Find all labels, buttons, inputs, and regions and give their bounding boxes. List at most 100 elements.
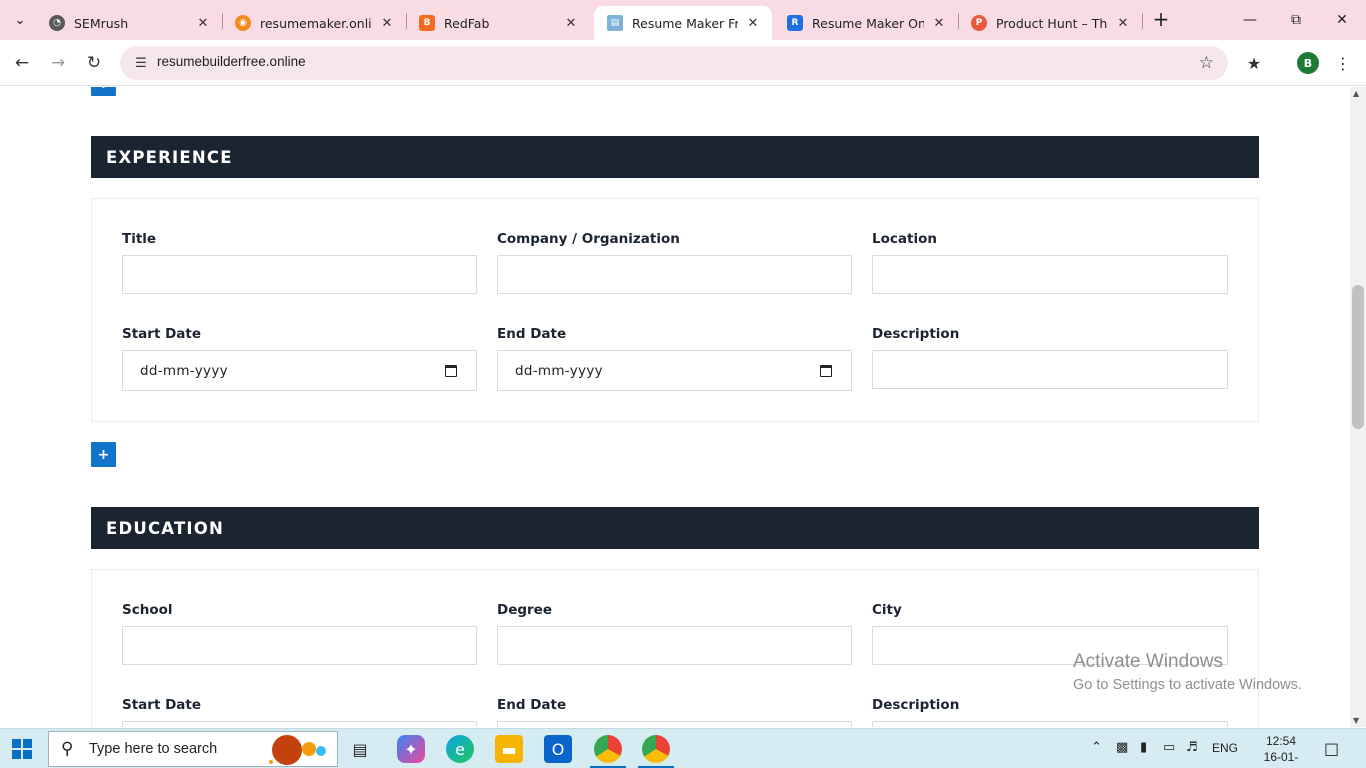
tab-title: Product Hunt – The b [996, 15, 1108, 31]
education-end-date-label: End Date [497, 697, 567, 713]
restore-icon[interactable]: ⧉ [1273, 4, 1319, 36]
search-icon: ⚲ [61, 739, 74, 759]
profile-avatar[interactable]: B [1297, 52, 1319, 74]
search-highlight-planet-icon [269, 735, 326, 765]
education-school-label: School [122, 602, 173, 618]
education-degree-label: Degree [497, 602, 552, 618]
add-section-button[interactable]: + [91, 87, 116, 96]
tab-search-dropdown-icon[interactable]: ⌄ [7, 7, 33, 33]
taskbar-search-placeholder: Type here to search [89, 741, 218, 757]
calendar-icon[interactable] [445, 365, 457, 377]
tab-divider [1142, 13, 1143, 29]
close-tab-icon[interactable]: ✕ [378, 14, 396, 32]
clock-time: 12:54 [1265, 734, 1297, 748]
education-city-label: City [872, 602, 902, 618]
blogger-favicon-icon: B [419, 15, 435, 31]
edge-browser-icon[interactable]: e [446, 735, 474, 763]
education-section-header: EDUCATION [91, 507, 1259, 549]
copilot-icon[interactable]: ✦ [397, 735, 425, 763]
back-icon[interactable]: ← [8, 49, 36, 77]
notifications-icon[interactable]: □ [1324, 739, 1339, 758]
close-tab-icon[interactable]: ✕ [744, 14, 762, 32]
education-school-input[interactable] [122, 626, 477, 665]
tab-title: Resume Maker Free [632, 15, 738, 31]
experience-title-input[interactable] [122, 255, 477, 294]
semrush-favicon-icon: ◔ [49, 15, 65, 31]
page-viewport: + EXPERIENCE Title Company / Organizatio… [0, 87, 1350, 727]
tab-resumemaker-online[interactable]: ◉ resumemaker.online: ✕ [222, 6, 406, 40]
tab-title: resumemaker.online: [260, 15, 372, 31]
chrome-profile-b-icon[interactable] [642, 735, 670, 763]
education-end-date-input[interactable] [497, 721, 852, 727]
address-url[interactable]: resumebuilderfree.online [157, 54, 306, 69]
chrome-icon[interactable] [594, 735, 622, 763]
volume-icon[interactable]: ♬ [1186, 740, 1198, 755]
bookmark-star-icon[interactable]: ☆ [1199, 53, 1214, 73]
experience-end-date-label: End Date [497, 326, 567, 342]
date-placeholder: dd-mm-yyyy [515, 363, 603, 379]
education-degree-input[interactable] [497, 626, 852, 665]
tab-title: Resume Maker Onlin [812, 15, 924, 31]
calendar-icon[interactable] [820, 365, 832, 377]
address-bar[interactable]: ☰ resumebuilderfree.online ☆ [120, 46, 1228, 80]
experience-company-input[interactable] [497, 255, 852, 294]
clock-date: 16-01-2025 [1263, 750, 1299, 768]
education-start-date-label: Start Date [122, 697, 202, 713]
windows-start-icon[interactable] [12, 739, 32, 759]
file-explorer-icon[interactable]: ▬ [495, 735, 523, 763]
tab-strip: ⌄ ◔ SEMrush ✕ ◉ resumemaker.online: ✕ B … [0, 0, 1366, 40]
scroll-up-icon[interactable]: ▲ [1353, 89, 1359, 98]
tab-product-hunt[interactable]: P Product Hunt – The b ✕ [958, 6, 1142, 40]
experience-location-label: Location [872, 231, 937, 247]
reload-icon[interactable]: ↻ [80, 49, 108, 77]
close-tab-icon[interactable]: ✕ [562, 14, 580, 32]
experience-start-date-input[interactable]: dd-mm-yyyy [122, 350, 477, 391]
education-card: School Degree City Start Date End Date D… [91, 569, 1259, 727]
tab-title: RedFab [444, 15, 490, 31]
resume-maker-favicon-icon: ▤ [607, 15, 623, 31]
input-language-indicator[interactable]: ENG [1212, 741, 1238, 755]
experience-company-label: Company / Organization [497, 231, 680, 247]
taskbar-clock[interactable]: 12:54 16-01-2025 [1253, 733, 1309, 768]
scrollbar-thumb[interactable] [1352, 285, 1364, 429]
experience-end-date-input[interactable]: dd-mm-yyyy [497, 350, 852, 391]
battery-icon[interactable]: ▮ [1140, 740, 1147, 755]
add-experience-button[interactable]: + [91, 442, 116, 467]
experience-location-input[interactable] [872, 255, 1228, 294]
resume-maker-online-favicon-icon: R [787, 15, 803, 31]
education-start-date-input[interactable] [122, 721, 477, 727]
close-tab-icon[interactable]: ✕ [930, 14, 948, 32]
task-view-icon[interactable]: ▤ [346, 735, 374, 763]
show-hidden-icons-chevron-icon[interactable]: ⌃ [1091, 740, 1102, 755]
minimize-icon[interactable]: — [1227, 4, 1273, 36]
tab-resume-maker-online[interactable]: R Resume Maker Onlin ✕ [774, 6, 958, 40]
forward-icon[interactable]: → [44, 49, 72, 77]
close-window-icon[interactable]: ✕ [1319, 4, 1365, 36]
tab-resume-maker-free[interactable]: ▤ Resume Maker Free ✕ [594, 6, 772, 40]
taskbar-search-box[interactable]: ⚲ Type here to search [48, 731, 338, 767]
browser-toolbar: ← → ↻ ☰ resumebuilderfree.online ☆ ★ B ⋮ [0, 40, 1366, 86]
tab-semrush[interactable]: ◔ SEMrush ✕ [36, 6, 222, 40]
date-placeholder: dd-mm-yyyy [140, 363, 228, 379]
experience-description-input[interactable] [872, 350, 1228, 389]
browser-menu-icon[interactable]: ⋮ [1335, 51, 1351, 75]
close-tab-icon[interactable]: ✕ [194, 14, 212, 32]
education-description-label: Description [872, 697, 960, 713]
product-hunt-favicon-icon: P [971, 15, 987, 31]
watermark-subtitle: Go to Settings to activate Windows. [1073, 677, 1302, 693]
tab-redfab[interactable]: B RedFab ✕ [406, 6, 590, 40]
education-description-input[interactable] [872, 721, 1228, 727]
activate-windows-watermark: Activate Windows Go to Settings to activ… [1073, 651, 1302, 693]
extensions-icon[interactable]: ★ [1242, 51, 1266, 75]
scroll-down-icon[interactable]: ▼ [1353, 716, 1359, 725]
experience-title-label: Title [122, 231, 157, 247]
tab-title: SEMrush [74, 15, 129, 31]
network-icon[interactable]: ▭ [1163, 740, 1175, 755]
resumemaker-favicon-icon: ◉ [235, 15, 251, 31]
site-info-icon[interactable]: ☰ [128, 50, 154, 76]
page-scrollbar[interactable]: ▲ ▼ [1350, 87, 1366, 727]
meet-now-icon[interactable]: ▩ [1116, 740, 1128, 755]
close-tab-icon[interactable]: ✕ [1114, 14, 1132, 32]
outlook-icon[interactable]: O [544, 735, 572, 763]
new-tab-icon[interactable]: + [1150, 7, 1172, 31]
